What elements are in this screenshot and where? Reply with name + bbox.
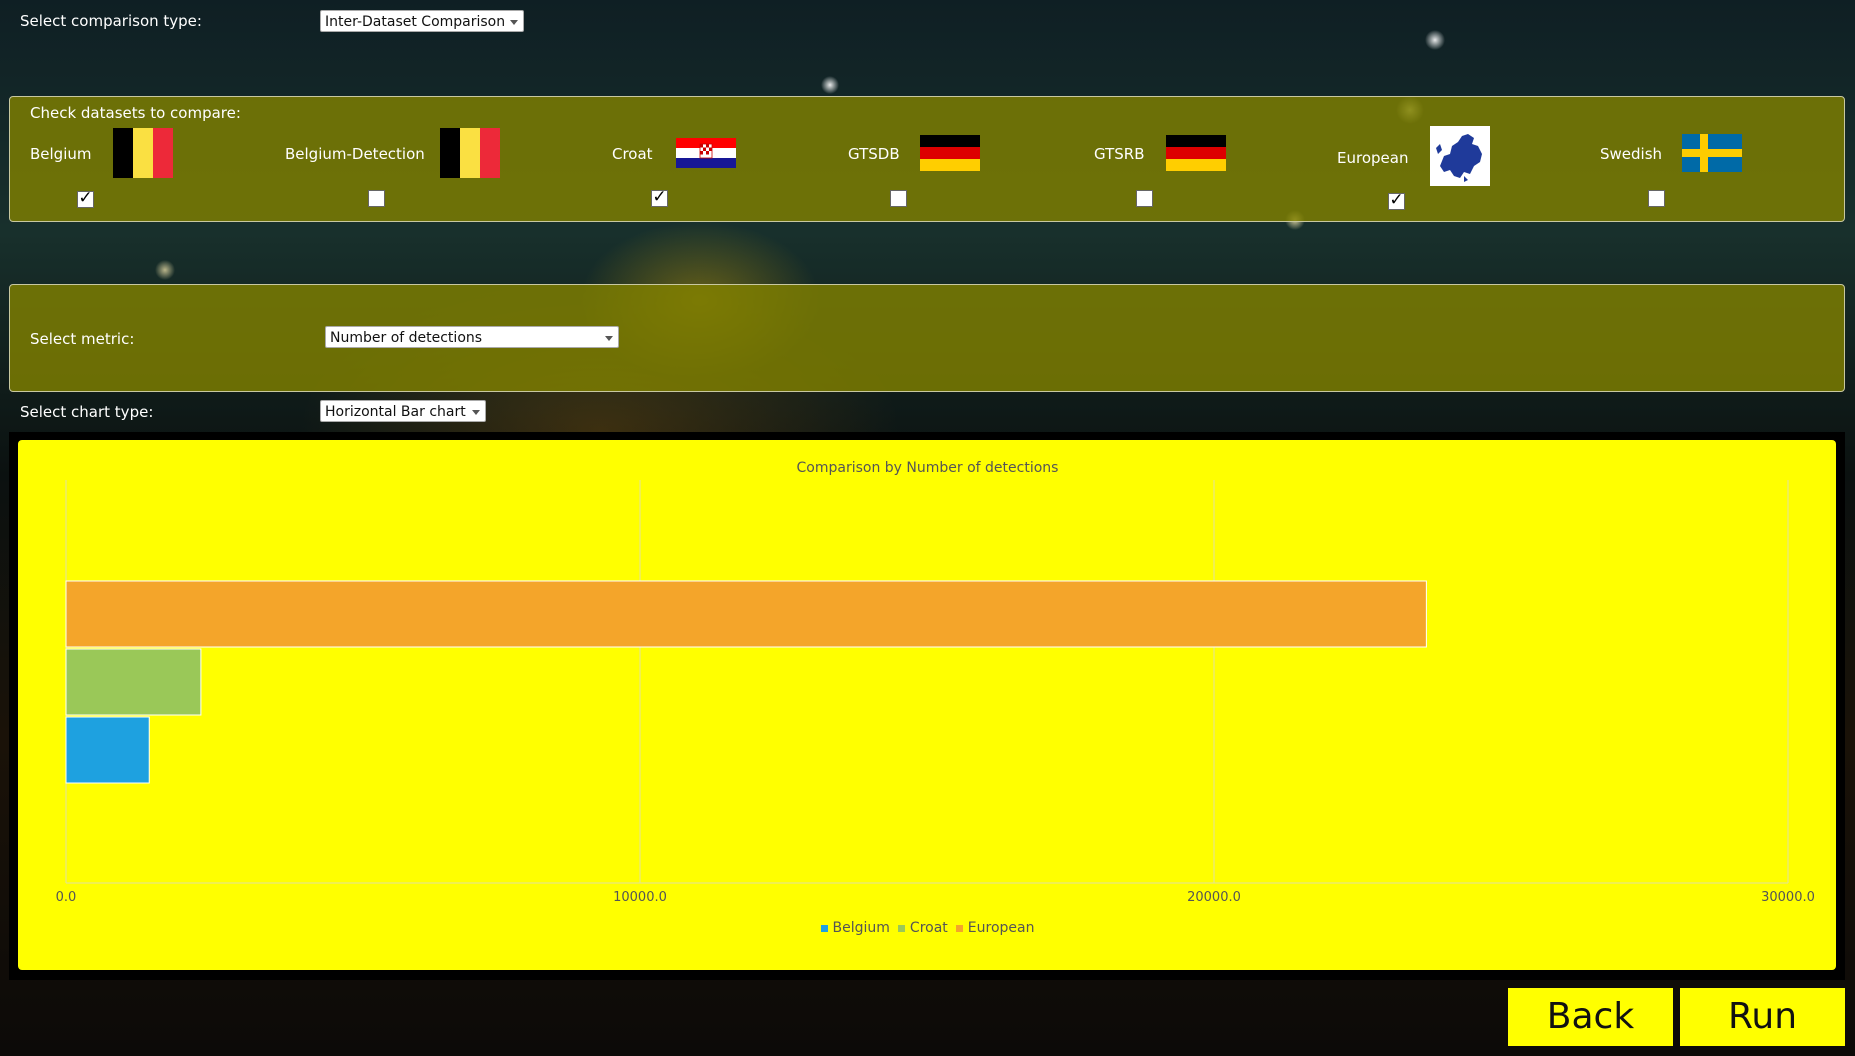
legend-swatch <box>897 924 905 932</box>
bar-croat <box>65 648 202 716</box>
back-button[interactable]: Back <box>1508 988 1673 1046</box>
legend-item: Croat <box>897 920 948 936</box>
run-button[interactable]: Run <box>1680 988 1845 1046</box>
chart-legend: Belgium Croat European <box>0 920 1855 936</box>
legend-item: European <box>955 920 1035 936</box>
legend-label: European <box>967 920 1035 936</box>
legend-item: Belgium <box>820 920 890 936</box>
x-tick-label: 20000.0 <box>1187 890 1241 905</box>
x-tick-label: 30000.0 <box>1761 890 1815 905</box>
bar-chart <box>65 480 1789 884</box>
legend-label: Croat <box>909 920 948 936</box>
x-tick-label: 10000.0 <box>613 890 667 905</box>
x-tick-label: 0.0 <box>55 890 77 905</box>
bar-belgium <box>65 716 150 784</box>
legend-label: Belgium <box>832 920 890 936</box>
legend-swatch <box>955 924 963 932</box>
bar-european <box>65 580 1427 648</box>
legend-swatch <box>820 924 828 932</box>
